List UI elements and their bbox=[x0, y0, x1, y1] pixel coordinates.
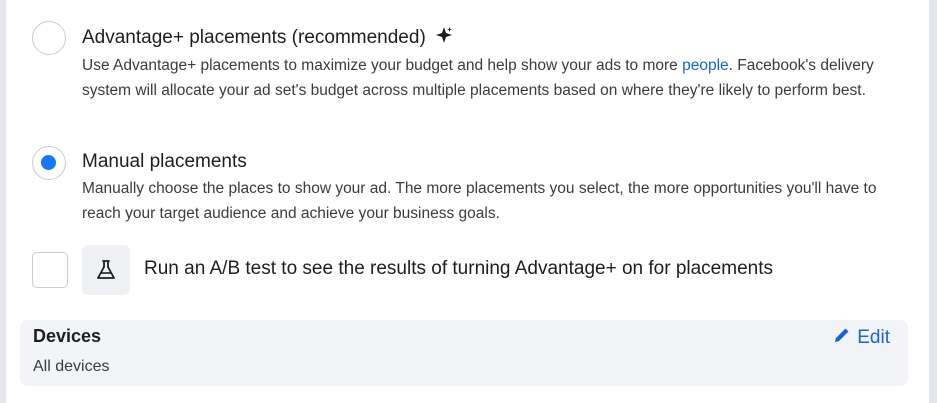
devices-title: Devices bbox=[33, 326, 102, 346]
advantage-placements-radio[interactable] bbox=[32, 21, 66, 55]
people-link[interactable]: people bbox=[682, 57, 729, 74]
radio-selected-dot bbox=[41, 155, 56, 170]
flask-icon bbox=[82, 245, 130, 295]
ab-test-label: Run an A/B test to see the results of tu… bbox=[144, 258, 773, 279]
sparkle-icon bbox=[435, 26, 453, 50]
pencil-icon bbox=[833, 326, 851, 350]
manual-placements-radio[interactable] bbox=[32, 146, 66, 180]
placements-panel: Advantage+ placements (recommended) Use … bbox=[6, 0, 929, 403]
manual-placements-description: Manually choose the places to show your … bbox=[82, 180, 877, 222]
manual-placements-title: Manual placements bbox=[82, 151, 247, 172]
ab-test-checkbox[interactable] bbox=[32, 252, 68, 288]
advantage-placements-description: Use Advantage+ placements to maximize yo… bbox=[82, 57, 874, 99]
edit-devices-button[interactable]: Edit bbox=[833, 326, 890, 350]
devices-value: All devices bbox=[33, 358, 110, 375]
edit-label: Edit bbox=[857, 327, 890, 348]
devices-section: Devices All devices Edit bbox=[20, 320, 908, 386]
advantage-placements-title: Advantage+ placements (recommended) bbox=[82, 26, 453, 50]
